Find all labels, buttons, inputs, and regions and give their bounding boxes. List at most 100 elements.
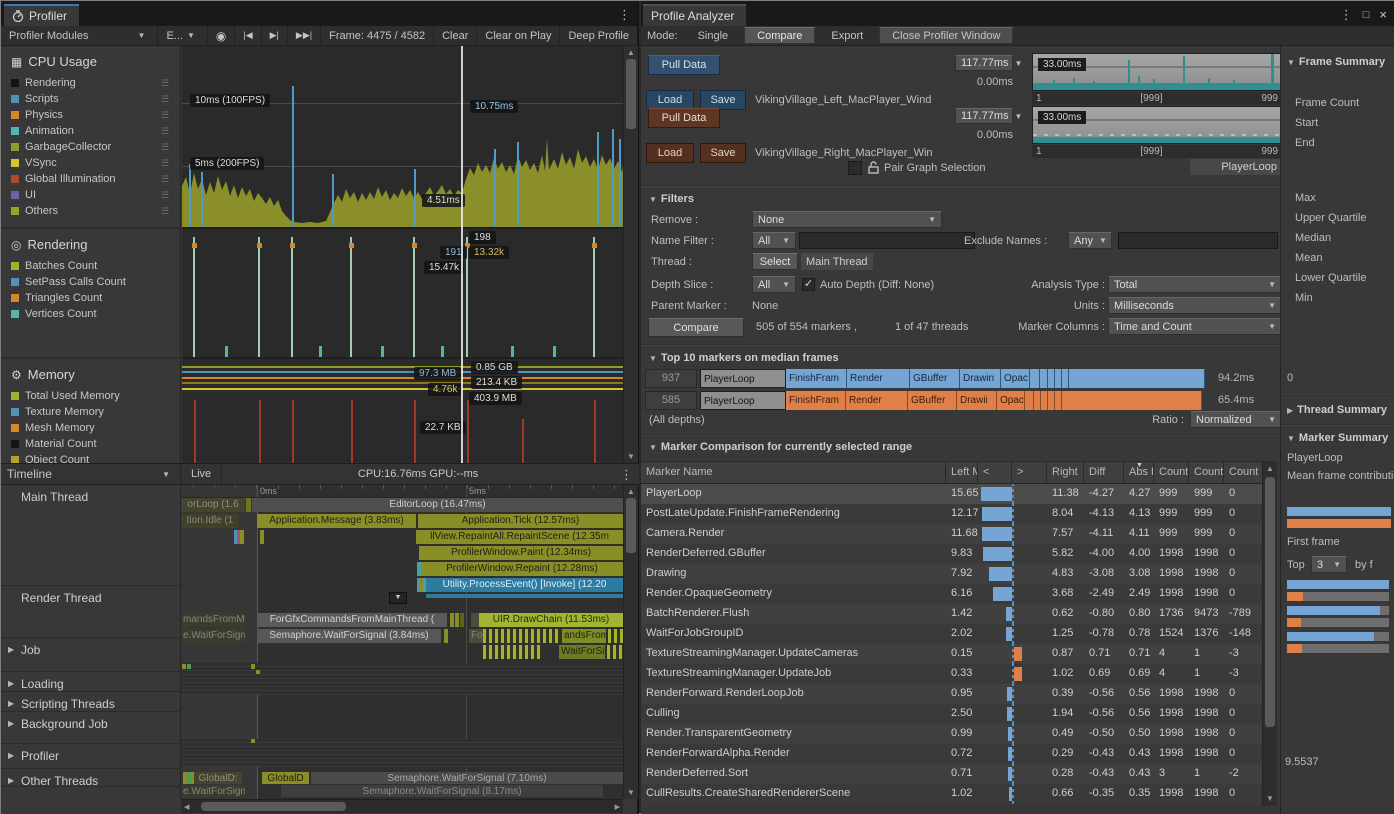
legend-item[interactable]: Mesh Memory: [1, 420, 180, 436]
deep-profile-button[interactable]: Deep Profile: [560, 26, 637, 45]
thread-row-label[interactable]: ▶ Profiler: [1, 744, 180, 769]
thread-summary-header[interactable]: ▶Thread Summary: [1287, 404, 1387, 416]
marker-segment[interactable]: GBuffer: [908, 391, 957, 410]
memory-chart[interactable]: 0.85 GB 97.3 MB 213.4 KB 4.76k 403.9 MB …: [182, 359, 623, 463]
timeline-span[interactable]: [246, 498, 251, 512]
frame-histogram[interactable]: [1287, 326, 1389, 368]
memory-header[interactable]: ⚙Memory: [1, 359, 180, 388]
legend-item[interactable]: Material Count: [1, 436, 180, 452]
chart-playhead[interactable]: [461, 46, 463, 463]
legend-item[interactable]: Rendering ☰: [1, 75, 180, 91]
timeline-span[interactable]: [181, 663, 623, 695]
remove-dropdown[interactable]: None▼: [752, 211, 942, 228]
marker-segment[interactable]: FinishFram: [786, 391, 846, 410]
col-left[interactable]: Left M: [946, 462, 978, 483]
col-abs-diff[interactable]: ▼Abs D: [1124, 462, 1154, 483]
drag-handle-icon[interactable]: ☰: [161, 142, 170, 153]
fold-arrow-icon[interactable]: ▶: [8, 679, 14, 688]
timeline-span[interactable]: [181, 739, 623, 767]
timeline-span[interactable]: [182, 664, 186, 669]
marker-segment[interactable]: [1025, 391, 1034, 410]
marker-segment[interactable]: PlayerLoop: [700, 391, 786, 410]
marker-segment[interactable]: [1048, 369, 1055, 388]
legend-item[interactable]: Batches Count: [1, 258, 180, 274]
timeline-span[interactable]: Application.Tick (12.57ms): [418, 514, 623, 528]
timeline-span[interactable]: Fo: [469, 629, 483, 643]
drag-handle-icon[interactable]: ☰: [161, 126, 170, 137]
drag-handle-icon[interactable]: ☰: [161, 158, 170, 169]
marker-segment[interactable]: [1034, 391, 1041, 410]
depth-slice-dropdown[interactable]: All▼: [752, 276, 796, 293]
editor-target-dropdown[interactable]: E...▼: [158, 26, 207, 45]
thread-row-label[interactable]: ▶ Background Job: [1, 712, 180, 744]
table-row[interactable]: WaitForJobGroupID 2.02 1.25 -0.78 0.78 1…: [641, 624, 1263, 644]
legend-item[interactable]: Physics ☰: [1, 107, 180, 123]
table-row[interactable]: PostLateUpdate.FinishFrameRendering 12.1…: [641, 504, 1263, 524]
thread-row-label[interactable]: Render Thread: [1, 586, 180, 638]
table-row[interactable]: CullResults.CreateSharedRendererScene 1.…: [641, 784, 1263, 804]
load-right-button[interactable]: Load: [646, 143, 694, 163]
name-filter-input[interactable]: [799, 232, 975, 249]
legend-item[interactable]: UI ☰: [1, 187, 180, 203]
legend-item[interactable]: GarbageCollector ☰: [1, 139, 180, 155]
cpu-usage-header[interactable]: ▦CPU Usage: [1, 46, 180, 75]
fold-arrow-icon[interactable]: ▶: [8, 645, 14, 654]
clear-button[interactable]: Clear: [434, 26, 477, 45]
col-diff[interactable]: Diff: [1084, 462, 1124, 483]
cpu-chart[interactable]: 10ms (100FPS) 5ms (200FPS) 10.75ms 4.51m…: [182, 46, 623, 229]
timeline-span[interactable]: ProfilerWindow.Repaint (12.28ms): [421, 562, 623, 576]
legend-item[interactable]: Total Used Memory: [1, 388, 180, 404]
live-button[interactable]: Live: [181, 464, 222, 484]
charts-scrollbar[interactable]: ▲ ▼: [623, 46, 638, 463]
table-row[interactable]: Culling 2.50 1.94 -0.56 0.56 1998 1998 0: [641, 704, 1263, 724]
marker-segment[interactable]: Opac: [997, 391, 1025, 410]
timeline-span[interactable]: Utility.ProcessEvent() [Invoke] (12.20: [426, 578, 623, 592]
timeline-span[interactable]: GlobalD:: [194, 772, 242, 784]
marker-columns-dropdown[interactable]: Time and Count▼: [1108, 318, 1282, 335]
timeline-menu-icon[interactable]: ⋮: [614, 468, 639, 481]
timeline-span[interactable]: [444, 629, 448, 643]
fold-arrow-icon[interactable]: ▶: [8, 699, 14, 708]
marker-segment[interactable]: [1055, 391, 1062, 410]
marker-segment[interactable]: Render: [847, 369, 910, 388]
timeline-hscrollbar[interactable]: ◀ ▶: [181, 799, 623, 813]
legend-item[interactable]: Texture Memory: [1, 404, 180, 420]
last-frame-button[interactable]: ▶▶|: [288, 26, 321, 45]
timeline-span[interactable]: [240, 530, 244, 544]
timeline-span[interactable]: [455, 613, 459, 627]
marker-segment[interactable]: [1040, 369, 1048, 388]
marker-segment[interactable]: Drawin: [960, 369, 1001, 388]
thread-row-label[interactable]: ▶ Other Threads: [1, 769, 180, 787]
table-row[interactable]: Render.OpaqueGeometry 6.16 3.68 -2.49 2.…: [641, 584, 1263, 604]
col-right-bar[interactable]: >: [1012, 462, 1047, 483]
top-n-dropdown[interactable]: 3▼: [1311, 556, 1347, 573]
pull-data-left-button[interactable]: Pull Data: [648, 55, 720, 75]
table-row[interactable]: TextureStreamingManager.UpdateJob 0.33 1…: [641, 664, 1263, 684]
table-row[interactable]: RenderForward.RenderLoopJob 0.95 0.39 -0…: [641, 684, 1263, 704]
marker-segment[interactable]: [1062, 369, 1069, 388]
table-row[interactable]: RenderForwardAlpha.Render 0.72 0.29 -0.4…: [641, 744, 1263, 764]
timeline-scroll-thumb[interactable]: [626, 498, 636, 553]
mode-compare-button[interactable]: Compare: [744, 27, 815, 44]
marker-summary-header[interactable]: ▼Marker Summary: [1287, 432, 1388, 444]
legend-item[interactable]: Scripts ☰: [1, 91, 180, 107]
legend-item[interactable]: SetPass Calls Count: [1, 274, 180, 290]
timeline-span[interactable]: andsFrom: [562, 629, 606, 643]
marker-segment[interactable]: [1069, 369, 1205, 388]
timeline-span[interactable]: ForGfxCommandsFromMainThread (: [257, 613, 447, 627]
timeline-span[interactable]: [483, 645, 541, 659]
timeline-span[interactable]: UIR.DrawChain (11.53ms): [479, 613, 623, 627]
drag-handle-icon[interactable]: ☰: [161, 110, 170, 121]
thread-row-label[interactable]: ▶ Job: [1, 638, 180, 672]
left-max-dropdown[interactable]: 117.77ms▼: [955, 55, 1013, 71]
auto-depth-checkbox[interactable]: ✓: [802, 278, 815, 291]
marker-segment[interactable]: [1055, 369, 1062, 388]
charts-scroll-thumb[interactable]: [626, 59, 636, 129]
marker-segment[interactable]: [1062, 391, 1202, 410]
marker-segment[interactable]: [1030, 369, 1040, 388]
table-row[interactable]: Drawing 7.92 4.83 -3.08 3.08 1998 1998 0: [641, 564, 1263, 584]
pull-data-right-button[interactable]: Pull Data: [648, 108, 720, 128]
col-count-right[interactable]: Count: [1189, 462, 1224, 483]
units-dropdown[interactable]: Milliseconds▼: [1108, 297, 1282, 314]
scroll-up-icon[interactable]: ▲: [624, 48, 638, 57]
